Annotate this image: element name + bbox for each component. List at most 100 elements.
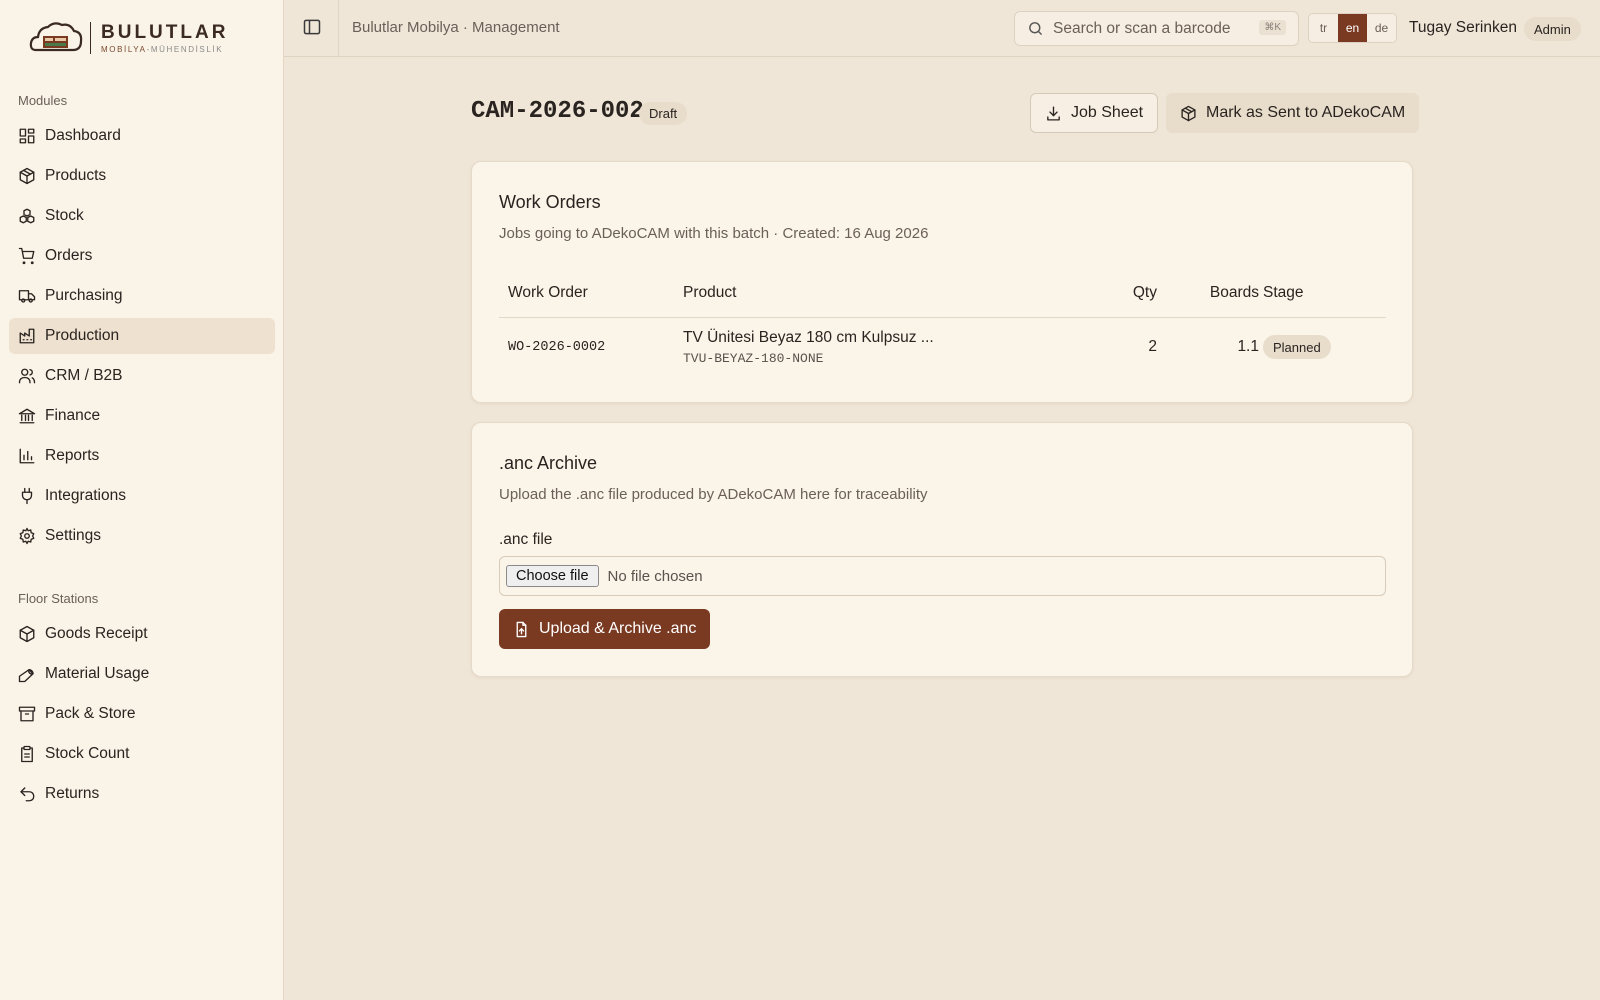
logo-divider [90, 22, 91, 54]
package-send-icon [1181, 105, 1196, 121]
search-icon [1029, 22, 1042, 35]
sidebar-item-label: Stock [45, 207, 84, 224]
column-header-work-order[interactable]: Work Order [508, 284, 588, 302]
clipboard-icon [18, 745, 36, 763]
sidebar-item-label: Material Usage [45, 665, 150, 682]
sidebar-item-label: Returns [45, 785, 100, 802]
column-header-product[interactable]: Product [683, 284, 736, 302]
download-icon [1047, 105, 1060, 121]
file-upload-icon [516, 621, 527, 637]
package-icon [18, 625, 36, 643]
stage-badge: Planned [1263, 335, 1331, 359]
brand-subtitle-accent: MÜHENDİSLİK [150, 44, 224, 54]
sidebar-item-production[interactable]: Production [9, 318, 275, 354]
sidebar-item-label: Goods Receipt [45, 625, 148, 642]
sidebar-item-label: Settings [45, 527, 102, 544]
floor-stations-section-label: Floor Stations [18, 591, 99, 606]
sidebar-item-stock[interactable]: Stock [9, 198, 275, 234]
undo-icon [18, 785, 36, 803]
anc-archive-card: .anc Archive Upload the .anc file produc… [471, 422, 1413, 677]
brand-title: BULUTLAR [101, 21, 229, 43]
role-badge: Admin [1524, 17, 1581, 41]
factory-icon [18, 327, 36, 345]
mark-sent-label: Mark as Sent to ADekoCAM [1206, 104, 1406, 121]
top-header: Bulutlar Mobilya · Management ⌘K tr en d… [284, 0, 1600, 57]
sidebar-item-integrations[interactable]: Integrations [9, 478, 275, 514]
user-name[interactable]: Tugay Serinken [1409, 19, 1517, 37]
product-sku: TVU-BEYAZ-180-NONE [683, 351, 824, 366]
sidebar-item-label: Purchasing [45, 287, 123, 304]
sidebar-item-purchasing[interactable]: Purchasing [9, 278, 275, 314]
sidebar-item-dashboard[interactable]: Dashboard [9, 118, 275, 154]
sidebar-item-label: Products [45, 167, 107, 184]
sidebar-item-reports[interactable]: Reports [9, 438, 275, 474]
dashboard-icon [18, 127, 36, 145]
language-de-button[interactable]: de [1367, 14, 1396, 42]
no-file-text: No file chosen [607, 567, 703, 585]
sidebar-item-returns[interactable]: Returns [9, 776, 275, 812]
column-header-qty[interactable]: Qty [1117, 284, 1157, 302]
sidebar-item-label: Production [45, 327, 120, 344]
anc-file-label: .anc file [499, 531, 553, 548]
truck-icon [18, 287, 36, 305]
sidebar-item-label: Integrations [45, 487, 126, 504]
column-header-stage[interactable]: Stage [1263, 284, 1304, 302]
mark-sent-button[interactable]: Mark as Sent to ADekoCAM [1166, 93, 1420, 133]
sidebar-item-goods-receipt[interactable]: Goods Receipt [9, 616, 275, 652]
work-order-id[interactable]: WO-2026-0002 [508, 340, 605, 355]
page-title: CAM-2026-002 [471, 98, 644, 125]
job-sheet-button[interactable]: Job Sheet [1030, 93, 1159, 133]
sidebar-item-pack-store[interactable]: Pack & Store [9, 696, 275, 732]
boards-value: 1.1 [1237, 338, 1259, 355]
boxes-icon [18, 207, 36, 225]
language-tr-button[interactable]: tr [1309, 14, 1338, 42]
sidebar-item-label: CRM / B2B [45, 367, 123, 384]
sidebar-item-label: Pack & Store [45, 705, 136, 722]
status-badge: Draft [639, 102, 688, 125]
upload-archive-button[interactable]: Upload & Archive .anc [499, 609, 711, 649]
gear-icon [18, 527, 36, 545]
cart-icon [18, 247, 36, 265]
modules-section-label: Modules [18, 93, 68, 108]
sidebar-item-settings[interactable]: Settings [9, 518, 275, 554]
sidebar: BULUTLAR MOBİLYA-MÜHENDİSLİK Modules Das… [0, 0, 284, 1000]
choose-file-button[interactable]: Choose file [506, 565, 599, 587]
search-shortcut: ⌘K [1259, 20, 1286, 35]
brand-subtitle: MOBİLYA-MÜHENDİSLİK [101, 45, 228, 54]
plug-icon [18, 487, 36, 505]
sidebar-item-orders[interactable]: Orders [9, 238, 275, 274]
sidebar-toggle-button[interactable] [302, 17, 324, 39]
anc-file-input[interactable]: Choose file No file chosen [499, 556, 1386, 596]
sidebar-item-label: Reports [45, 447, 100, 464]
sidebar-toggle-icon [303, 19, 321, 35]
archive-title: .anc Archive [499, 453, 598, 473]
logo-text: BULUTLAR MOBİLYA-MÜHENDİSLİK [101, 21, 229, 54]
sidebar-item-finance[interactable]: Finance [9, 398, 275, 434]
bar-chart-icon [18, 447, 36, 465]
work-orders-title: Work Orders [499, 192, 601, 212]
archive-description: Upload the .anc file produced by ADekoCA… [499, 486, 928, 503]
qty-value: 2 [1148, 338, 1157, 355]
wrench-icon [18, 665, 36, 683]
box-icon [18, 167, 36, 185]
breadcrumb: Bulutlar Mobilya · Management [352, 19, 560, 36]
archive-icon [18, 705, 36, 723]
brand-logo[interactable]: BULUTLAR MOBİLYA-MÜHENDİSLİK [28, 18, 228, 58]
users-icon [18, 367, 36, 385]
sidebar-item-products[interactable]: Products [9, 158, 275, 194]
upload-archive-label: Upload & Archive .anc [539, 620, 697, 637]
language-switcher: tr en de [1308, 13, 1397, 43]
work-orders-description: Jobs going to ADekoCAM with this batch ·… [499, 225, 929, 242]
sidebar-item-material-usage[interactable]: Material Usage [9, 656, 275, 692]
column-header-boards[interactable]: Boards [1189, 284, 1259, 302]
job-sheet-label: Job Sheet [1071, 104, 1144, 121]
product-name: TV Ünitesi Beyaz 180 cm Kulpsuz ... [683, 329, 934, 346]
language-en-button[interactable]: en [1338, 14, 1367, 42]
bank-icon [18, 407, 36, 425]
sidebar-item-label: Orders [45, 247, 93, 264]
sidebar-item-stock-count[interactable]: Stock Count [9, 736, 275, 772]
sidebar-item-label: Dashboard [45, 127, 121, 144]
sidebar-item-crm[interactable]: CRM / B2B [9, 358, 275, 394]
search-input[interactable] [1053, 19, 1253, 38]
search-box[interactable]: ⌘K [1014, 11, 1299, 46]
